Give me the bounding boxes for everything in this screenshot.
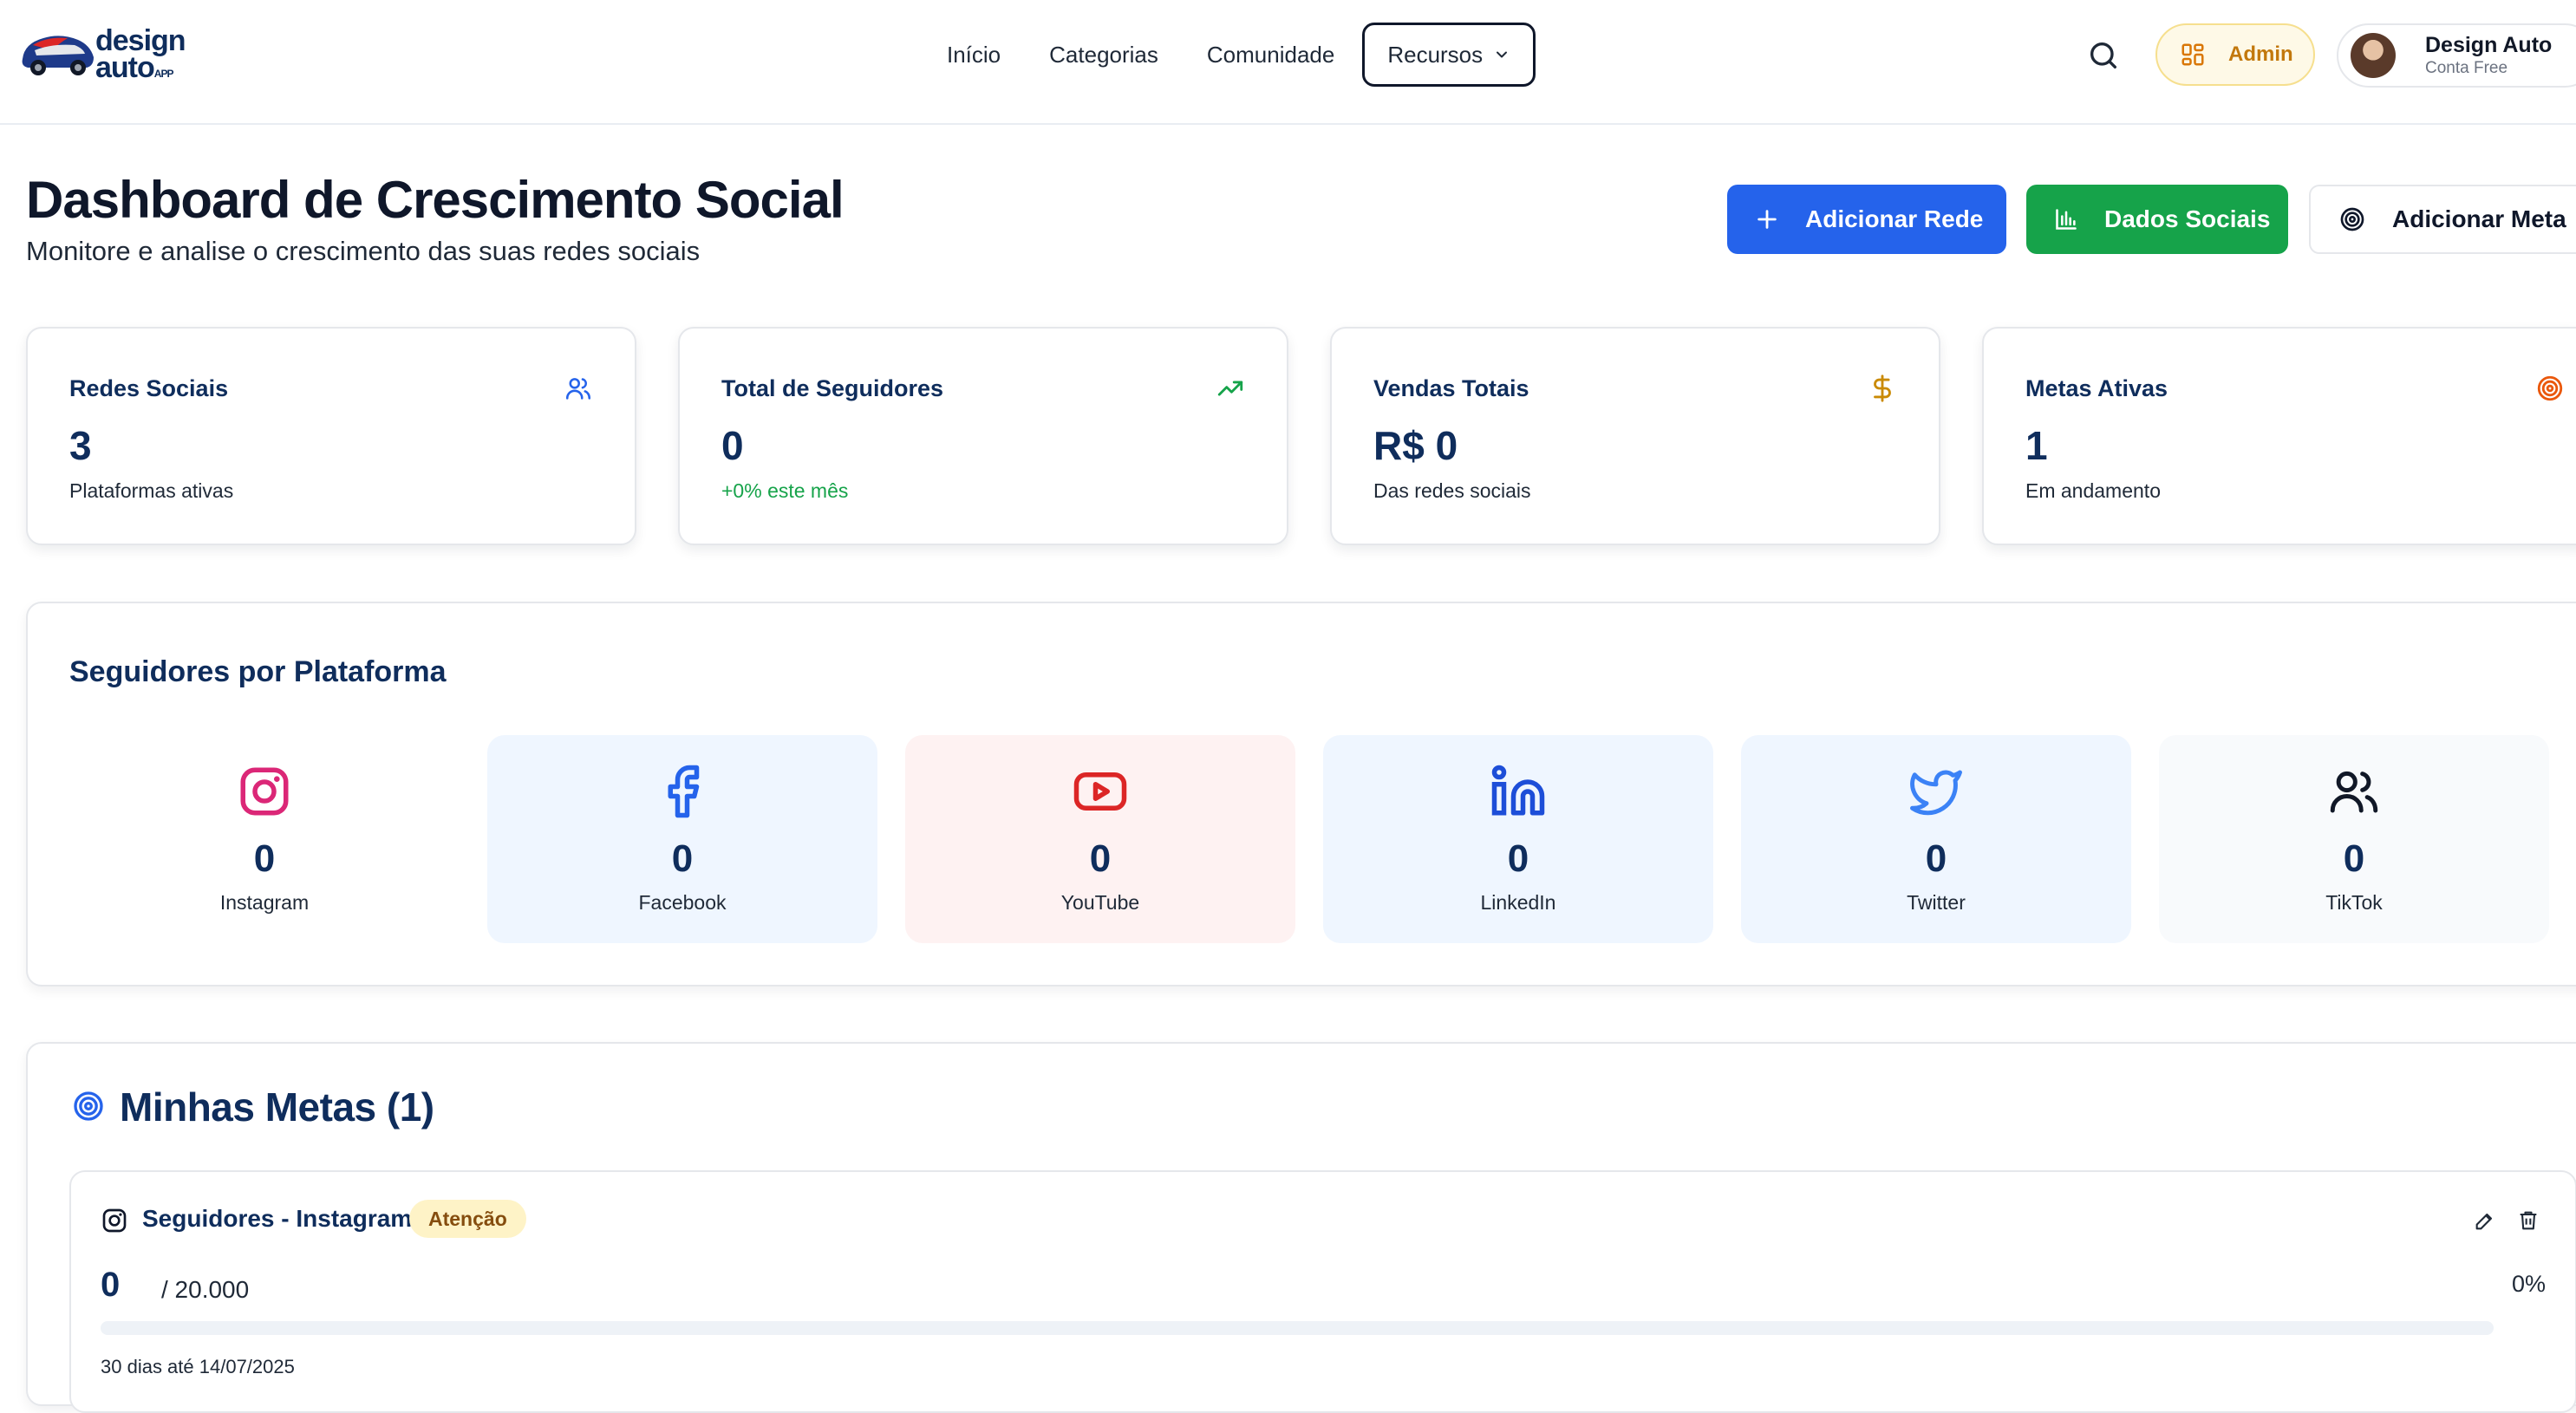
nav-item-comunidade[interactable]: Comunidade <box>1183 23 1359 87</box>
platform-name: LinkedIn <box>1480 891 1556 914</box>
delete-goal-button[interactable] <box>2516 1208 2540 1233</box>
stat-subtext: +0% este mês <box>721 479 849 502</box>
platform-value: 0 <box>671 837 694 880</box>
platform-name: Facebook <box>638 891 727 914</box>
stat-label: Vendas Totais <box>1373 375 1529 401</box>
pencil-icon <box>2475 1213 2493 1230</box>
main-nav: Início Categorias Comunidade Recursos <box>923 23 1536 87</box>
stat-card-total-followers: Total de Seguidores 0 +0% este mês <box>678 327 1288 545</box>
admin-label: Admin <box>2228 42 2293 66</box>
platform-name: Twitter <box>1907 891 1966 914</box>
goal-dates: 30 dias até 14/07/2025 <box>101 1356 295 1377</box>
platform-name: Instagram <box>219 891 310 914</box>
plus-icon <box>1758 210 1777 229</box>
stat-card-total-sales: Vendas Totais R$ 0 Das redes sociais <box>1330 327 1940 545</box>
users-icon <box>565 378 591 400</box>
goal-name: Seguidores - Instagram <box>142 1205 413 1232</box>
platform-card-youtube[interactable]: 0 YouTube <box>905 735 1295 943</box>
platform-value: 0 <box>1925 837 1947 880</box>
nav-item-categorias[interactable]: Categorias <box>1025 23 1183 87</box>
platform-card-linkedin[interactable]: 0 LinkedIn <box>1323 735 1713 943</box>
platform-card-instagram[interactable]: 0 Instagram <box>69 735 460 943</box>
stat-subtext: Das redes sociais <box>1373 479 1531 502</box>
top-navigation-bar: design autoAPP Início Categorias Comunid… <box>0 0 2576 125</box>
platform-name: TikTok <box>2325 891 2383 914</box>
stat-value: 1 <box>2025 423 2048 468</box>
dollar-icon <box>1874 374 1891 402</box>
goal-card: Seguidores - Instagram Atenção 0 / 20.00… <box>69 1170 2576 1413</box>
car-logo-icon <box>22 36 95 75</box>
social-data-button[interactable]: Dados Sociais <box>2026 185 2288 254</box>
search-button[interactable] <box>2086 38 2121 73</box>
target-icon <box>74 1091 103 1121</box>
stat-subtext: Em andamento <box>2025 479 2161 502</box>
search-icon <box>2090 42 2116 69</box>
chevron-down-icon <box>1497 51 1508 58</box>
page-subtitle: Monitore e analise o crescimento das sua… <box>26 236 701 266</box>
stat-value: 3 <box>69 423 92 468</box>
platform-card-twitter[interactable]: 0 Twitter <box>1741 735 2131 943</box>
user-plan: Conta Free <box>2425 59 2508 77</box>
nav-item-inicio[interactable]: Início <box>923 23 1025 87</box>
add-goal-button[interactable]: Adicionar Meta <box>2309 185 2576 254</box>
trash-icon <box>2520 1211 2537 1230</box>
platform-name: YouTube <box>1060 891 1140 914</box>
stat-card-social-networks: Redes Sociais 3 Plataformas ativas <box>26 327 636 545</box>
platform-card-facebook[interactable]: 0 Facebook <box>487 735 877 943</box>
stat-label: Metas Ativas <box>2025 375 2168 401</box>
logo-wordmark: design autoAPP <box>95 24 186 84</box>
stat-label: Redes Sociais <box>69 375 229 401</box>
instagram-icon <box>240 767 289 816</box>
youtube-icon <box>1073 772 1127 811</box>
facebook-icon <box>668 765 700 818</box>
bar-chart-icon <box>2056 209 2077 230</box>
add-goal-label: Adicionar Meta <box>2392 205 2566 232</box>
platform-value: 0 <box>1089 837 1112 880</box>
target-icon <box>2537 375 2563 401</box>
twitter-icon <box>1910 770 1962 816</box>
goals-title: Minhas Metas (1) <box>120 1084 434 1130</box>
status-badge: Atenção <box>409 1200 526 1238</box>
social-data-label: Dados Sociais <box>2104 205 2271 232</box>
add-network-button[interactable]: Adicionar Rede <box>1727 185 2006 254</box>
admin-button[interactable]: Admin <box>2155 23 2315 86</box>
instagram-icon <box>102 1208 127 1233</box>
target-icon <box>2340 207 2364 231</box>
panel-title: Seguidores por Plataforma <box>69 655 447 688</box>
stat-value: 0 <box>721 423 744 468</box>
goal-target-value: / 20.000 <box>161 1276 250 1303</box>
edit-goal-button[interactable] <box>2473 1208 2497 1233</box>
platform-value: 0 <box>1507 837 1529 880</box>
goal-progress-bar <box>101 1321 2494 1335</box>
stat-card-active-goals: Metas Ativas 1 Em andamento <box>1982 327 2576 545</box>
trending-up-icon <box>1217 381 1243 396</box>
my-goals-panel: Minhas Metas (1) Seguidores - Instagram … <box>26 1042 2576 1413</box>
goal-percent: 0% <box>2511 1271 2546 1297</box>
add-network-label: Adicionar Rede <box>1805 205 1984 232</box>
design-auto-logo[interactable]: design autoAPP <box>17 24 186 85</box>
nav-item-recursos-label: Recursos <box>1387 42 1484 68</box>
platform-card-tiktok[interactable]: 0 TikTok <box>2159 735 2549 943</box>
stat-label: Total de Seguidores <box>721 375 944 401</box>
platform-value: 0 <box>2343 837 2365 880</box>
platform-value: 0 <box>253 837 276 880</box>
dashboard-grid-icon <box>2181 43 2204 66</box>
stat-subtext: Plataformas ativas <box>69 479 234 502</box>
avatar <box>2351 33 2396 78</box>
linkedin-icon <box>1491 765 1545 816</box>
user-menu[interactable]: Design Auto Conta Free <box>2337 23 2576 88</box>
followers-by-platform-panel: Seguidores por Plataforma 0 Instagram 0 … <box>26 602 2576 986</box>
nav-item-recursos[interactable]: Recursos <box>1362 23 1536 87</box>
page-title: Dashboard de Crescimento Social <box>26 171 845 229</box>
goal-current-value: 0 <box>101 1266 121 1304</box>
user-name: Design Auto <box>2425 33 2553 57</box>
tiktok-users-icon <box>2330 771 2378 813</box>
stat-value: R$ 0 <box>1373 423 1458 468</box>
